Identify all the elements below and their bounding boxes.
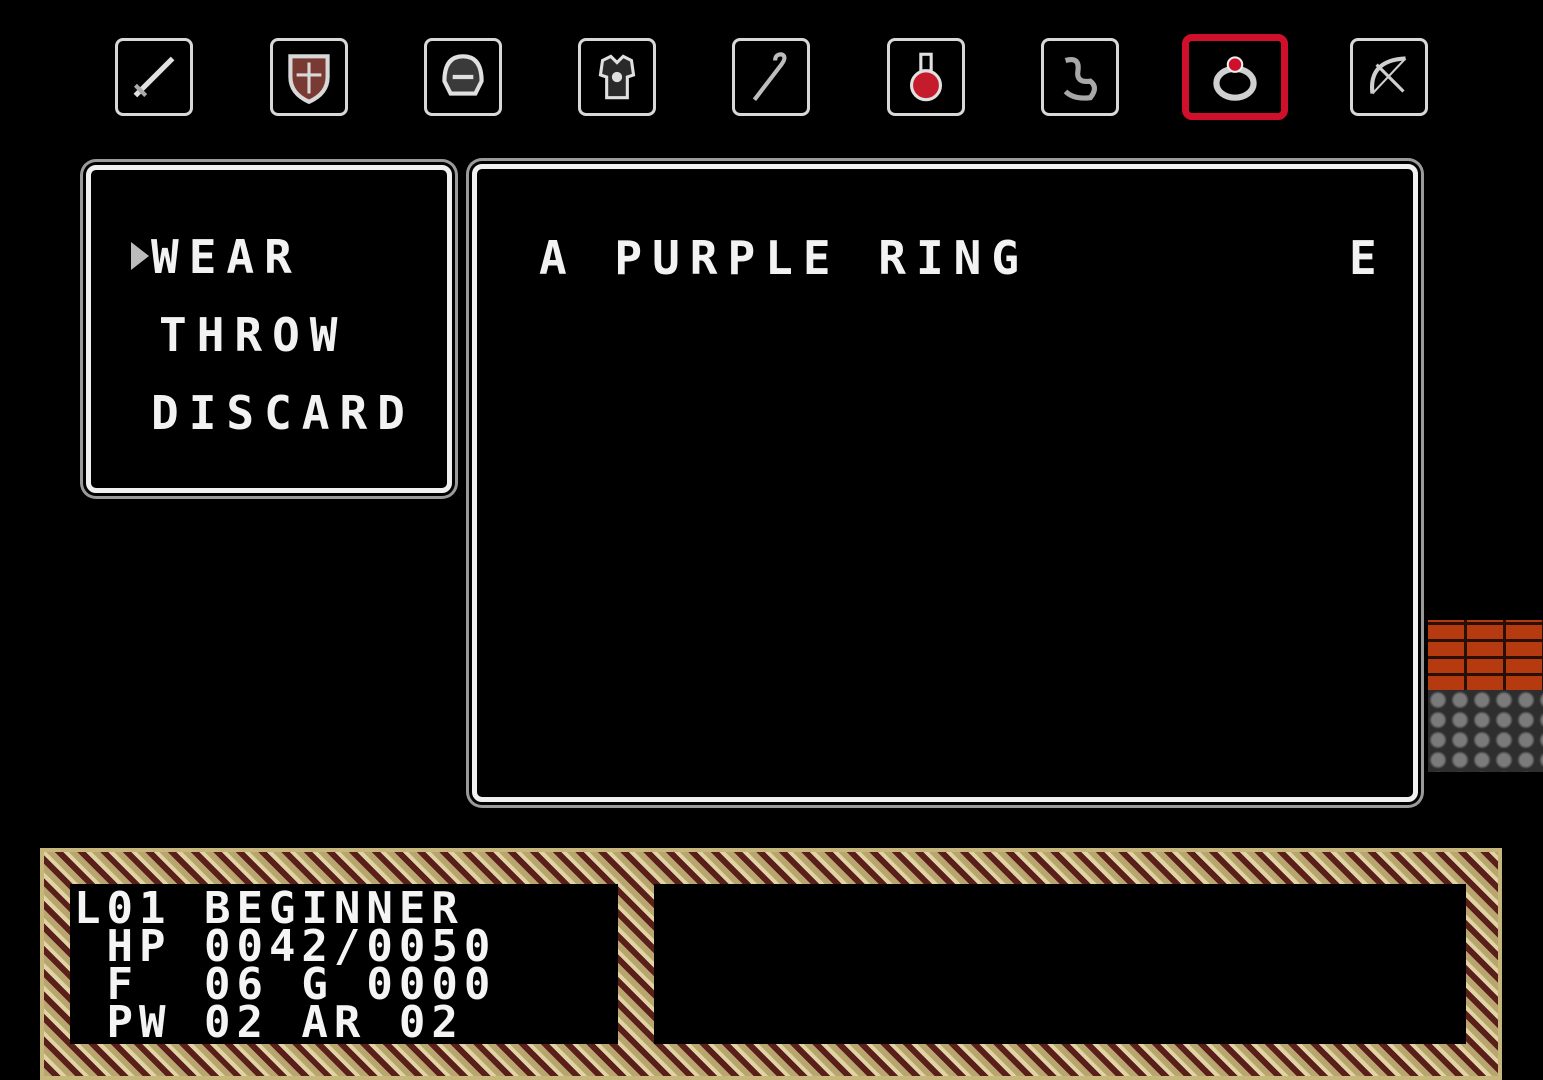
shield-icon xyxy=(288,54,330,105)
slot-potion[interactable] xyxy=(887,38,965,116)
slot-ring[interactable] xyxy=(1182,34,1288,120)
menu-cursor-icon xyxy=(131,242,149,270)
menu-item-discard[interactable]: DISCARD xyxy=(151,386,415,440)
potion-icon xyxy=(909,52,943,102)
slot-weapon[interactable] xyxy=(115,38,193,116)
helmet-icon xyxy=(442,54,484,96)
armor-icon xyxy=(598,54,636,100)
equipped-marker: E xyxy=(1349,231,1387,285)
scroll-icon xyxy=(1063,56,1098,101)
ring-icon xyxy=(1213,56,1257,101)
menu-item-wear[interactable]: WEAR xyxy=(151,230,302,284)
slot-scroll[interactable] xyxy=(1041,38,1119,116)
menu-item-throw[interactable]: THROW xyxy=(159,308,347,362)
slot-staff[interactable] xyxy=(732,38,810,116)
item-panel: A PURPLE RING E xyxy=(472,164,1418,802)
slot-helmet[interactable] xyxy=(424,38,502,116)
power-armor-readout: PW 02 AR 02 xyxy=(74,997,464,1048)
brick-wall xyxy=(1428,620,1543,690)
slot-shield[interactable] xyxy=(270,38,348,116)
slot-bow[interactable] xyxy=(1350,38,1428,116)
message-panel xyxy=(654,884,1466,1044)
sword-icon xyxy=(133,56,175,98)
stone-floor xyxy=(1428,690,1543,772)
slot-armor[interactable] xyxy=(578,38,656,116)
item-name[interactable]: A PURPLE RING xyxy=(539,231,1029,285)
command-menu: WEAR THROW DISCARD xyxy=(86,165,452,493)
bow-icon xyxy=(1370,56,1407,95)
staff-icon xyxy=(752,52,787,101)
